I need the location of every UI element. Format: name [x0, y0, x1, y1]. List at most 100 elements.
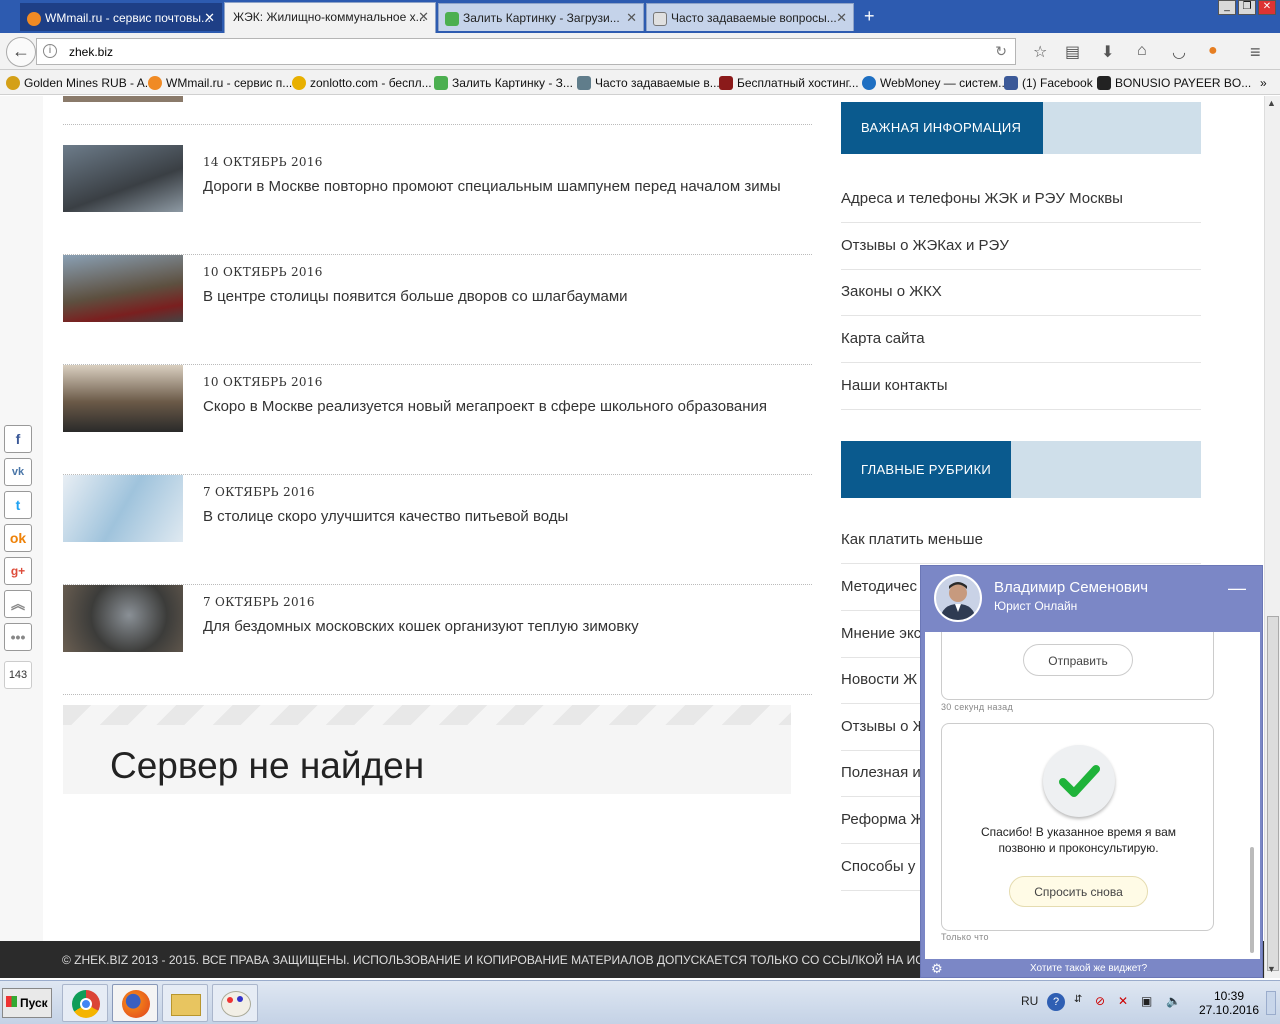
scroll-down-icon[interactable]: ▼	[1267, 964, 1276, 974]
windows-logo-icon	[6, 996, 17, 1007]
news-date: 10 ОКТЯБРЬ 2016	[203, 265, 323, 279]
bookmark-icon	[292, 76, 306, 90]
news-title[interactable]: В центре столицы появится больше дворов …	[203, 288, 628, 305]
tab-faq[interactable]: Часто задаваемые вопросы... ✕	[646, 3, 854, 31]
news-thumbnail[interactable]	[63, 145, 183, 212]
more-share-icon[interactable]: •••	[4, 623, 32, 651]
scroll-up-icon[interactable]: ▲	[1267, 98, 1276, 108]
news-item[interactable]: 10 ОКТЯБРЬ 2016 Скоро в Москве реализует…	[63, 365, 812, 475]
sidebar-link[interactable]: Отзывы о ЖЭКах и РЭУ	[841, 223, 1201, 270]
bookmark-item[interactable]: BONUSIO PAYEER BO...	[1097, 76, 1251, 90]
star-icon[interactable]: ☆	[1033, 42, 1047, 62]
scroll-thumb[interactable]	[1267, 616, 1279, 971]
news-item[interactable]: 7 ОКТЯБРЬ 2016 В столице скоро улучшится…	[63, 475, 812, 585]
network-icon[interactable]: ▣	[1141, 994, 1152, 1008]
antivirus-icon[interactable]: ⊘	[1095, 994, 1105, 1008]
widget-promo-link[interactable]: Хотите такой же виджет?	[1030, 963, 1147, 974]
news-thumbnail[interactable]	[63, 255, 183, 322]
chat-header[interactable]: Владимир Семенович Юрист Онлайн —	[921, 566, 1264, 632]
bookmark-item[interactable]: Залить Картинку - З...	[434, 76, 573, 90]
tab-wmmail[interactable]: WMmail.ru - сервис почтовы... ✕	[20, 3, 222, 31]
address-bar[interactable]: i zhek.biz ↻	[36, 38, 1016, 65]
scroll-top-icon[interactable]: ︽	[4, 590, 32, 618]
sidebar-link[interactable]: Карта сайта	[841, 316, 1201, 363]
sidebar-link[interactable]: Наши контакты	[841, 363, 1201, 410]
page-scrollbar[interactable]: ▲ ▼	[1264, 96, 1280, 978]
show-desktop-button[interactable]	[1266, 991, 1276, 1015]
news-thumbnail[interactable]	[63, 475, 183, 542]
googleplus-share-icon[interactable]: g+	[4, 557, 32, 585]
section-title: ГЛАВНЫЕ РУБРИКИ	[841, 441, 1011, 498]
news-title[interactable]: В столице скоро улучшится качество питье…	[203, 508, 568, 525]
close-icon[interactable]: ✕	[626, 10, 637, 26]
news-title[interactable]: Для бездомных московских кошек организую…	[203, 618, 639, 635]
start-button[interactable]: Пуск	[2, 988, 52, 1018]
info-icon[interactable]: i	[43, 44, 57, 58]
language-indicator[interactable]: RU	[1021, 994, 1038, 1008]
facebook-share-icon[interactable]: f	[4, 425, 32, 453]
bookmark-item[interactable]: (1) Facebook	[1004, 76, 1093, 90]
system-clock[interactable]: 10:39 27.10.2016	[1196, 989, 1262, 1017]
palette-icon	[221, 991, 251, 1017]
pocket-icon[interactable]: ◡	[1172, 42, 1186, 62]
news-item[interactable]: 14 ОКТЯБРЬ 2016 Дороги в Москве повторно…	[63, 145, 812, 255]
bookmark-item[interactable]: WMmail.ru - сервис п...	[148, 76, 292, 90]
bookmark-item[interactable]: zonlotto.com - беспл...	[292, 76, 432, 90]
bookmark-item[interactable]: Бесплатный хостинг...	[719, 76, 859, 90]
download-icon[interactable]: ⬇	[1101, 42, 1114, 62]
back-button[interactable]: ←	[6, 37, 36, 67]
minimize-button[interactable]: _	[1218, 0, 1236, 15]
menu-icon[interactable]: ≡	[1250, 42, 1261, 63]
vk-share-icon[interactable]: vk	[4, 458, 32, 486]
bookmark-item[interactable]: Golden Mines RUB - A...	[6, 76, 155, 90]
checkmark-icon	[1043, 745, 1115, 817]
news-thumbnail[interactable]	[63, 365, 183, 432]
reading-list-icon[interactable]: ▤	[1065, 42, 1080, 62]
news-item[interactable]: 10 ОКТЯБРЬ 2016 В центре столицы появитс…	[63, 255, 812, 365]
home-icon[interactable]: ⌂	[1137, 42, 1147, 60]
close-icon[interactable]: ✕	[204, 10, 215, 26]
bookmark-item[interactable]: WebMoney — систем...	[862, 76, 1008, 90]
chrome-taskbar-button[interactable]	[62, 984, 108, 1022]
news-item[interactable]: 7 ОКТЯБРЬ 2016 Для бездомных московских …	[63, 585, 812, 695]
bookmarks-overflow-icon[interactable]: »	[1260, 76, 1267, 90]
bookmark-label: Бесплатный хостинг...	[737, 76, 859, 90]
close-window-button[interactable]: ✕	[1258, 0, 1276, 15]
tab-zhek[interactable]: ЖЭК: Жилищно-коммунальное х... ✕	[224, 2, 436, 33]
news-date: 10 ОКТЯБРЬ 2016	[203, 375, 323, 389]
news-thumbnail[interactable]	[63, 585, 183, 652]
gear-icon[interactable]: ⚙	[931, 961, 943, 977]
network-error-icon[interactable]: ✕	[1118, 994, 1128, 1008]
explorer-taskbar-button[interactable]	[162, 984, 208, 1022]
news-date: 7 ОКТЯБРЬ 2016	[203, 595, 315, 609]
addon-icon[interactable]: ●	[1208, 42, 1218, 60]
twitter-share-icon[interactable]: t	[4, 491, 32, 519]
ask-again-button[interactable]: Спросить снова	[1009, 876, 1148, 907]
paint-taskbar-button[interactable]	[212, 984, 258, 1022]
stripe-decoration	[63, 705, 791, 725]
url-text: zhek.biz	[69, 45, 114, 59]
window-controls: _ ❐ ✕	[1218, 0, 1276, 15]
volume-icon[interactable]: 🔈	[1166, 994, 1181, 1008]
bookmark-item[interactable]: Часто задаваемые в...	[577, 76, 720, 90]
minimize-icon[interactable]: —	[1228, 578, 1246, 599]
news-title[interactable]: Дороги в Москве повторно промоют специал…	[203, 178, 781, 195]
close-icon[interactable]: ✕	[836, 10, 847, 26]
new-tab-button[interactable]: +	[864, 6, 875, 27]
sidebar-link[interactable]: Как платить меньше	[841, 517, 1201, 564]
help-icon[interactable]: ?	[1047, 993, 1065, 1011]
chat-scrollbar[interactable]	[1250, 847, 1254, 953]
news-title[interactable]: Скоро в Москве реализуется новый мегапро…	[203, 398, 767, 415]
news-thumbnail-partial	[63, 96, 183, 102]
firefox-taskbar-button[interactable]	[112, 984, 158, 1022]
close-icon[interactable]: ✕	[418, 9, 429, 25]
sidebar-link[interactable]: Законы о ЖКХ	[841, 269, 1201, 316]
restore-button[interactable]: ❐	[1238, 0, 1256, 15]
palette-dot	[237, 996, 243, 1002]
reload-icon[interactable]: ↻	[995, 43, 1007, 60]
odnoklassniki-share-icon[interactable]: ok	[4, 524, 32, 552]
send-button[interactable]: Отправить	[1023, 644, 1133, 676]
settings-tray-icon[interactable]: ⇵	[1074, 994, 1082, 1005]
sidebar-link[interactable]: Адреса и телефоны ЖЭК и РЭУ Москвы	[841, 176, 1201, 223]
tab-upload[interactable]: Залить Картинку - Загрузи... ✕	[438, 3, 644, 31]
